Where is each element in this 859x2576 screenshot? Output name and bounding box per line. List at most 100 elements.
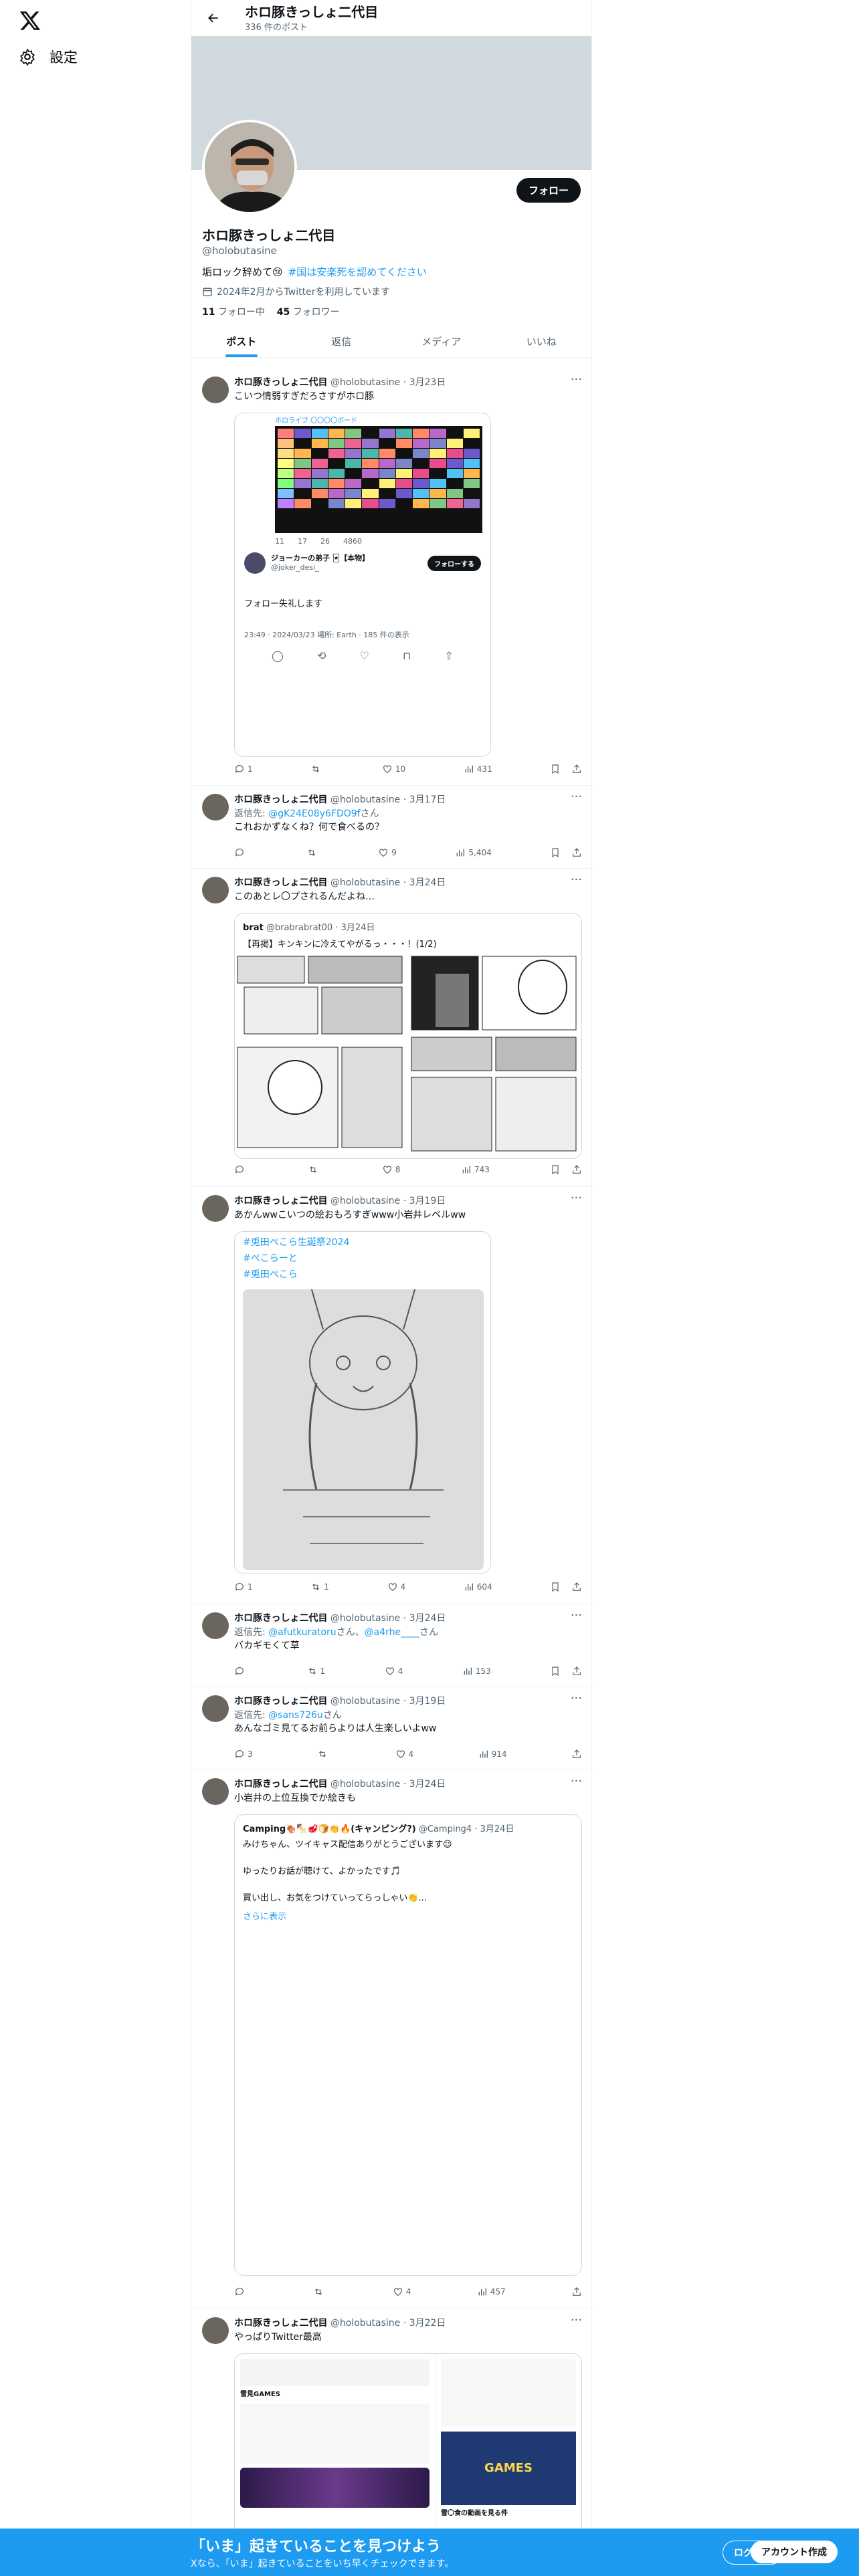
reply-to-link[interactable]: @sans726u [268, 1710, 323, 1721]
tweet-header: ホロ豚きっしょ二代目 @holobutasine · 3月24日 [234, 1613, 446, 1624]
bookmark-icon[interactable] [550, 1666, 561, 1677]
bio-hashtag[interactable]: #国は安楽死を認めてください [288, 266, 427, 278]
views-button[interactable]: 457 [477, 2286, 506, 2297]
quote-tweet[interactable]: Camping🍖🍢🥩🍞👏🔥(キャンピング?) @Camping4 · 3月24日… [234, 1814, 582, 2276]
reply-button[interactable] [234, 1666, 248, 1677]
tweet[interactable]: ホロ豚きっしょ二代目 @holobutasine · 3月17日 ··· 返信先… [191, 786, 593, 869]
tweet-avatar[interactable] [202, 1695, 229, 1722]
reply-button[interactable]: 3 [234, 1749, 253, 1759]
share-icon[interactable] [571, 1749, 582, 1759]
reply-button[interactable] [234, 2286, 248, 2297]
tweet[interactable]: ホロ豚きっしょ二代目 @holobutasine · 3月24日 ··· 小岩井… [191, 1770, 593, 2309]
reply-button[interactable] [234, 847, 248, 858]
like-button[interactable]: 8 [382, 1164, 401, 1175]
tweet[interactable]: ホロ豚きっしょ二代目 @holobutasine · 3月22日 ··· やっぱ… [191, 2309, 593, 2541]
collage-right: GAMES 雪〇食の動画を見る件 [436, 2354, 581, 2540]
tier-thumbnail [463, 429, 480, 438]
more-icon[interactable]: ··· [571, 1608, 582, 1622]
share-icon[interactable] [571, 1666, 582, 1677]
more-icon[interactable]: ··· [571, 2313, 582, 2327]
bookmark-icon[interactable] [550, 764, 561, 774]
tweet[interactable]: ホロ豚きっしょ二代目 @holobutasine · 3月23日 ··· こいつ… [191, 368, 593, 786]
reply-button[interactable]: 1 [234, 764, 253, 774]
manga-image-left [235, 954, 406, 1154]
tweet-actions: 3 4 914 [234, 1749, 582, 1759]
retweet-button[interactable] [308, 1164, 321, 1175]
retweet-button[interactable] [310, 764, 324, 774]
x-logo-icon[interactable] [19, 9, 41, 32]
tab-replies[interactable]: 返信 [292, 322, 392, 357]
tweet[interactable]: ホロ豚きっしょ二代目 @holobutasine · 3月24日 ··· このあ… [191, 869, 593, 1187]
share-icon[interactable] [571, 1582, 582, 1592]
profile-avatar[interactable] [202, 120, 297, 215]
share-icon[interactable] [571, 847, 582, 858]
more-icon[interactable]: ··· [571, 1691, 582, 1705]
embedded-image[interactable]: ホロライブ 〇〇〇〇ボード 11 17 26 4860 ジョーカーの弟子 🃏【本物】 … [234, 413, 491, 757]
views-button[interactable]: 743 [461, 1164, 490, 1175]
more-icon[interactable]: ··· [571, 873, 582, 887]
tweet-avatar[interactable] [202, 794, 229, 821]
like-button[interactable]: 4 [387, 1582, 405, 1592]
views-button[interactable]: 431 [464, 764, 492, 774]
bookmark-icon[interactable] [550, 847, 561, 858]
tweet[interactable]: ホロ豚きっしょ二代目 @holobutasine · 3月19日 ··· あかん… [191, 1187, 593, 1604]
sidebar: 設定 [0, 0, 191, 2576]
tier-thumbnail [362, 429, 379, 438]
tweet[interactable]: ホロ豚きっしょ二代目 @holobutasine · 3月19日 ··· 返信先… [191, 1687, 593, 1770]
tweet[interactable]: ホロ豚きっしょ二代目 @holobutasine · 3月24日 ··· 返信先… [191, 1604, 593, 1687]
reply-button[interactable] [234, 1164, 248, 1175]
reply-button[interactable]: 1 [234, 1582, 253, 1592]
views-button[interactable]: 914 [478, 1749, 507, 1759]
views-button[interactable]: 153 [462, 1666, 491, 1677]
like-button[interactable]: 9 [378, 847, 397, 858]
settings-link[interactable]: 設定 [19, 47, 78, 67]
followers-link[interactable]: 45 フォロワー [277, 307, 340, 318]
share-icon[interactable] [571, 764, 582, 774]
tier-thumbnail [413, 449, 430, 458]
show-more-link[interactable]: さらに表示 [235, 1909, 581, 1922]
tier-thumbnail [379, 499, 395, 508]
retweet-button[interactable]: 1 [310, 1582, 329, 1592]
embedded-image[interactable]: 雪見GAMES GAMES 雪〇食の動画を見る件 [234, 2353, 582, 2541]
tier-thumbnail [362, 469, 379, 478]
reply-to-link-2[interactable]: @a4rhe____ [365, 1627, 419, 1638]
more-icon[interactable]: ··· [571, 790, 582, 804]
tab-posts[interactable]: ポスト [191, 322, 292, 357]
follow-button[interactable]: フォロー [516, 178, 581, 203]
retweet-button[interactable]: 1 [307, 1666, 325, 1677]
more-icon[interactable]: ··· [571, 1774, 582, 1788]
like-button[interactable]: 4 [395, 1749, 413, 1759]
retweet-button[interactable] [306, 847, 320, 858]
tweet-avatar[interactable] [202, 1778, 229, 1805]
like-button[interactable]: 4 [393, 2286, 411, 2297]
back-button[interactable] [202, 7, 225, 29]
embedded-image[interactable]: #兎田ぺこら生誕祭2024 #ぺこらーと #兎田ぺこら [234, 1231, 491, 1574]
retweet-button[interactable] [313, 2286, 326, 2297]
retweet-button[interactable] [317, 1749, 330, 1759]
reply-to-link[interactable]: @gK24E08y6FDO9f [268, 809, 360, 819]
more-icon[interactable]: ··· [571, 1191, 582, 1205]
tweet-header: ホロ豚きっしょ二代目 @holobutasine · 3月24日 [234, 877, 446, 888]
share-icon[interactable] [571, 2286, 582, 2297]
tweet-avatar[interactable] [202, 377, 229, 403]
tweet-avatar[interactable] [202, 1195, 229, 1222]
calendar-icon [203, 288, 212, 296]
tab-media[interactable]: メディア [391, 322, 492, 357]
tier-thumbnail [430, 439, 446, 448]
tweet-avatar[interactable] [202, 1612, 229, 1639]
bookmark-icon[interactable] [550, 1164, 561, 1175]
reply-to-link[interactable]: @afutkuratoru [268, 1627, 336, 1638]
more-icon[interactable]: ··· [571, 372, 582, 387]
like-button[interactable]: 10 [382, 764, 405, 774]
tweet-avatar[interactable] [202, 877, 229, 903]
quote-tweet[interactable]: brat @brabrabrat00 · 3月24日 【再掲】キンキンに冷えてや… [234, 913, 582, 1159]
tweet-avatar[interactable] [202, 2317, 229, 2344]
following-link[interactable]: 11 フォロー中 [202, 307, 265, 318]
views-button[interactable]: 604 [464, 1582, 492, 1592]
tab-likes[interactable]: いいね [492, 322, 592, 357]
bookmark-icon[interactable] [550, 1582, 561, 1592]
share-icon[interactable] [571, 1164, 582, 1175]
signup-button[interactable]: アカウント作成 [751, 2541, 838, 2563]
like-button[interactable]: 4 [385, 1666, 403, 1677]
views-button[interactable]: 5,404 [455, 847, 492, 858]
